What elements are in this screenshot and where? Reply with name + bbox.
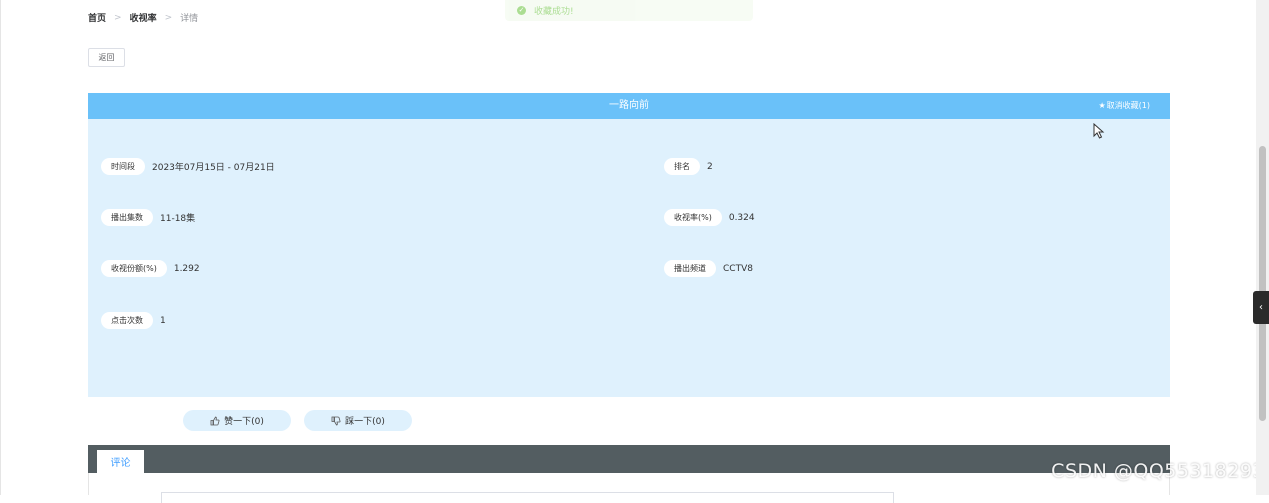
field-share: 收视份额(%) 1.292 [101, 260, 200, 277]
field-label: 播出频道 [664, 260, 716, 277]
comment-input[interactable] [161, 492, 894, 503]
breadcrumb-home[interactable]: 首页 [88, 11, 106, 24]
check-circle-icon: ✓ [517, 6, 526, 15]
field-value: CCTV8 [723, 263, 753, 274]
like-button[interactable]: 赞一下(0) [183, 410, 291, 431]
field-label: 收视份额(%) [101, 260, 167, 277]
field-value: 1.292 [173, 263, 200, 274]
field-label: 排名 [664, 158, 700, 175]
field-episodes: 播出集数 11-18集 [101, 209, 195, 226]
field-value: 1 [160, 315, 166, 326]
field-clicks: 点击次数 1 [101, 312, 166, 329]
field-label: 时间段 [101, 158, 145, 175]
field-period: 时间段 2023年07月15日 - 07月21日 [101, 158, 275, 175]
scrollbar-thumb[interactable] [1259, 146, 1266, 421]
thumb-up-icon [210, 416, 220, 425]
field-value: 11-18集 [160, 214, 196, 224]
back-button[interactable]: 返回 [88, 48, 125, 67]
field-channel: 播出频道 CCTV8 [664, 260, 753, 277]
like-label: 赞一下(0) [224, 417, 264, 427]
tab-comments[interactable]: 评论 [97, 450, 144, 473]
field-value: 0.324 [728, 212, 755, 223]
toast-message: 收藏成功! [534, 7, 574, 17]
page-scrollbar[interactable] [1256, 0, 1269, 495]
breadcrumb: 首页 > 收视率 > 详情 [88, 11, 199, 25]
uncollect-button[interactable]: ★ 取消收藏(1) [1098, 93, 1150, 119]
field-rating: 收视率(%) 0.324 [664, 209, 755, 226]
watermark: CSDN @QQ55318293 [1051, 460, 1265, 482]
breadcrumb-current: 详情 [180, 14, 199, 24]
mouse-cursor-icon [1093, 123, 1105, 139]
dislike-button[interactable]: 踩一下(0) [304, 410, 412, 431]
field-value: 2 [707, 161, 713, 172]
side-panel-toggle[interactable]: ‹ [1253, 291, 1269, 324]
breadcrumb-separator: > [114, 12, 122, 23]
breadcrumb-separator: > [164, 12, 173, 23]
comment-panel [88, 473, 1170, 503]
uncollect-label: 取消收藏(1) [1106, 101, 1150, 110]
field-label: 收视率(%) [664, 209, 722, 226]
breadcrumb-section[interactable]: 收视率 [130, 11, 157, 24]
field-value: 2023年07月15日 - 07月21日 [152, 163, 275, 173]
detail-title: 一路向前 [609, 100, 649, 111]
detail-header: 一路向前 ★ 取消收藏(1) [88, 93, 1170, 119]
field-label: 点击次数 [101, 312, 153, 329]
success-toast: ✓ 收藏成功! [505, 0, 753, 21]
detail-card: 一路向前 ★ 取消收藏(1) 时间段 2023年07月15日 - 07月21日 … [88, 93, 1170, 397]
dislike-label: 踩一下(0) [345, 417, 385, 427]
field-label: 播出集数 [101, 209, 153, 226]
star-icon: ★ [1098, 101, 1106, 110]
comment-tab-bar: 评论 [88, 445, 1170, 473]
field-rank: 排名 2 [664, 158, 713, 175]
thumb-down-icon [331, 416, 341, 425]
chevron-left-icon: ‹ [1259, 302, 1263, 313]
